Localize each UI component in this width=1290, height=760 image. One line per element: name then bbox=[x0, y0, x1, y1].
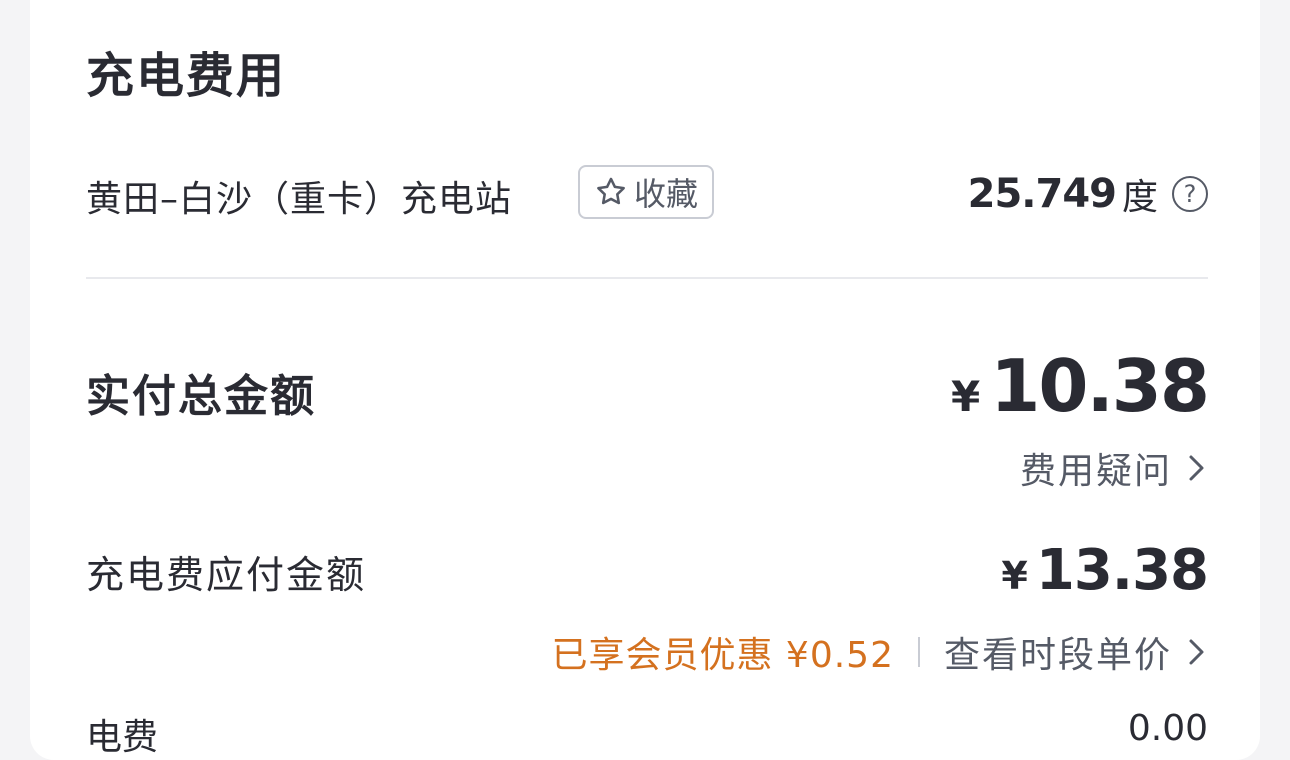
total-value: 10.38 bbox=[990, 344, 1210, 428]
section-title: 充电费用 bbox=[86, 48, 287, 104]
total-paid-amount: ¥ 10.38 bbox=[951, 344, 1210, 428]
payable-label: 充电费应付金额 bbox=[86, 553, 367, 597]
fee-question-label: 费用疑问 bbox=[1019, 451, 1172, 492]
payable-value: 13.38 bbox=[1035, 538, 1209, 603]
next-row-label: 电费 bbox=[86, 717, 159, 758]
divider bbox=[86, 277, 1208, 279]
member-discount-text: 已享会员优惠 ¥0.52 bbox=[551, 635, 894, 676]
energy-value: 25.749 bbox=[967, 171, 1117, 217]
station-row: 黄田–白沙（重卡）充电站 收藏 25.749 度 ? bbox=[86, 164, 1208, 224]
payable-amount: ¥ 13.38 bbox=[1001, 538, 1209, 603]
total-paid-label: 实付总金额 bbox=[86, 371, 316, 422]
payable-currency: ¥ bbox=[1001, 554, 1028, 598]
favorite-label: 收藏 bbox=[633, 175, 698, 213]
star-icon bbox=[597, 177, 625, 205]
next-row-value: 0.00 bbox=[1127, 708, 1208, 749]
chevron-right-icon bbox=[1189, 455, 1204, 481]
energy-readout: 25.749 度 ? bbox=[968, 168, 1208, 220]
chevron-right-icon bbox=[1189, 639, 1204, 665]
discount-row: 已享会员优惠 ¥0.52 查看时段单价 bbox=[551, 626, 1208, 678]
fee-question-link[interactable]: 费用疑问 bbox=[1020, 442, 1208, 494]
period-price-label: 查看时段单价 bbox=[943, 635, 1172, 676]
period-price-link[interactable]: 查看时段单价 bbox=[944, 626, 1208, 678]
energy-unit: 度 bbox=[1121, 177, 1158, 218]
station-name: 黄田–白沙（重卡）充电站 bbox=[86, 179, 513, 220]
separator bbox=[917, 637, 920, 667]
total-currency: ¥ bbox=[951, 372, 981, 421]
favorite-button[interactable]: 收藏 bbox=[578, 165, 714, 219]
question-circle-icon[interactable]: ? bbox=[1172, 176, 1208, 212]
